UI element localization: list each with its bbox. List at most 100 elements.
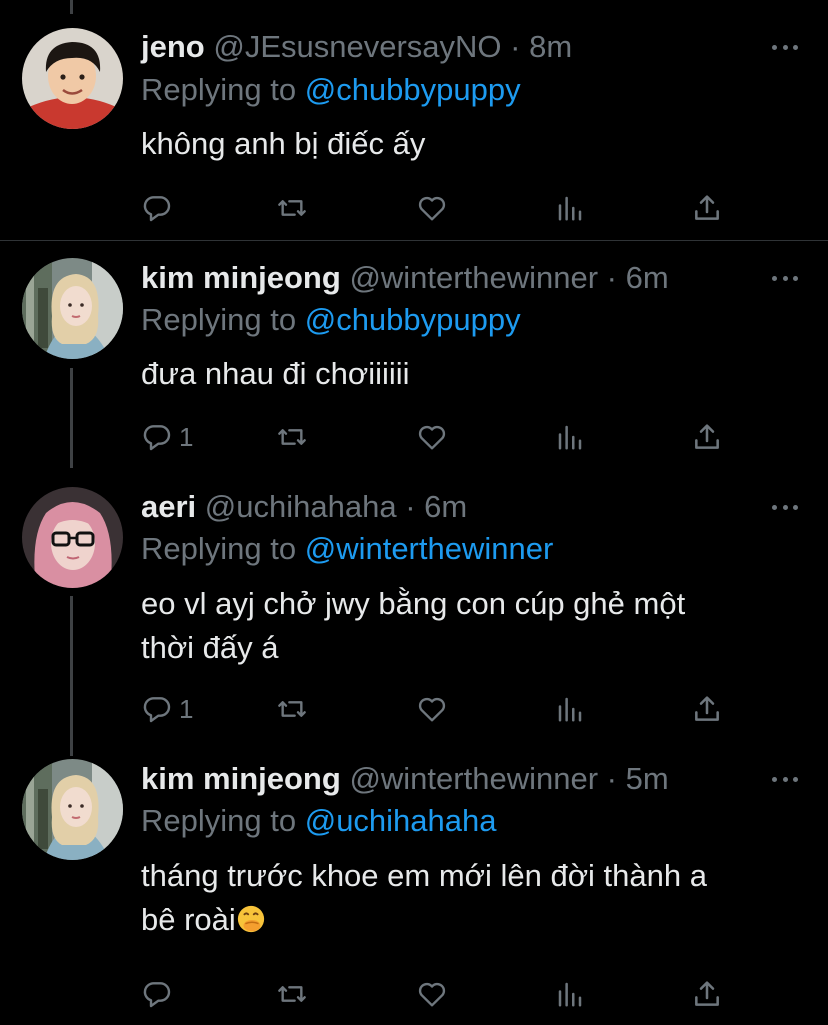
avatar[interactable] (22, 759, 123, 860)
tweet-header: kim minjeong @winterthewinner · 5m (141, 761, 758, 797)
timestamp[interactable]: 6m (626, 260, 669, 295)
analytics-icon (558, 425, 582, 450)
reply-button[interactable]: 1 (141, 419, 193, 455)
avatar[interactable] (22, 28, 123, 129)
like-button[interactable] (415, 976, 449, 1012)
action-bar (141, 190, 741, 226)
action-bar (141, 976, 741, 1012)
retweet-button[interactable] (275, 976, 309, 1012)
timestamp[interactable]: 5m (626, 761, 669, 796)
user-handle[interactable]: @winterthewinner (349, 260, 598, 295)
share-button[interactable] (691, 691, 723, 727)
like-button[interactable] (415, 190, 449, 226)
reply-thread: jeno @JEsusneversayNO · 8m Replying to @… (0, 0, 828, 1025)
tweet-text: đưa nhau đi chơiiiiii (141, 352, 788, 396)
more-options-icon[interactable] (772, 43, 798, 51)
reply-icon (143, 196, 171, 222)
replying-to: Replying to @chubbypuppy (141, 302, 521, 338)
tweet[interactable]: aeri @uchihahaha · 6m Replying to @winte… (0, 470, 828, 740)
avatar[interactable] (22, 487, 123, 588)
replying-prefix: Replying to (141, 302, 297, 337)
share-button[interactable] (691, 190, 723, 226)
tweet-text-line: tháng trước khoe em mới lên đời thành a (141, 858, 707, 893)
reply-button[interactable]: 1 (141, 691, 193, 727)
display-name[interactable]: jeno (141, 29, 205, 64)
tweet-header: kim minjeong @winterthewinner · 6m (141, 260, 758, 296)
heart-icon (418, 196, 446, 221)
retweet-button[interactable] (275, 419, 309, 455)
more-options-icon[interactable] (772, 503, 798, 511)
user-handle[interactable]: @winterthewinner (349, 761, 598, 796)
tweet[interactable]: jeno @JEsusneversayNO · 8m Replying to @… (0, 0, 828, 240)
heart-icon (418, 697, 446, 722)
display-name[interactable]: kim minjeong (141, 761, 341, 796)
action-bar: 1 (141, 691, 741, 727)
separator-dot: · (405, 489, 416, 524)
tweet-text-line: bê roài (141, 902, 236, 937)
tweet-header: jeno @JEsusneversayNO · 8m (141, 29, 758, 65)
replying-prefix: Replying to (141, 531, 297, 566)
separator-dot: · (606, 260, 617, 295)
replying-to: Replying to @uchihahaha (141, 803, 497, 839)
reply-icon (143, 425, 171, 451)
analytics-icon (558, 196, 582, 221)
replying-to: Replying to @winterthewinner (141, 531, 553, 567)
share-button[interactable] (691, 976, 723, 1012)
retweet-icon (278, 986, 306, 1002)
mention-link[interactable]: @winterthewinner (305, 531, 554, 566)
analytics-button[interactable] (555, 976, 585, 1012)
tweet[interactable]: kim minjeong @winterthewinner · 6m Reply… (0, 241, 828, 468)
share-icon (695, 195, 719, 220)
timestamp[interactable]: 8m (529, 29, 572, 64)
tweet-text: không anh bị điếc ấy (141, 122, 788, 166)
analytics-button[interactable] (555, 691, 585, 727)
mention-link[interactable]: @chubbypuppy (305, 72, 521, 107)
analytics-icon (558, 697, 582, 722)
reply-icon (143, 697, 171, 723)
replying-to: Replying to @chubbypuppy (141, 72, 521, 108)
reply-button[interactable] (141, 190, 179, 226)
share-icon (695, 981, 719, 1006)
tweet-text-line: đưa nhau đi chơiiiiii (141, 356, 410, 391)
replying-prefix: Replying to (141, 72, 297, 107)
tweet-text-line: không anh bị điếc ấy (141, 126, 426, 161)
more-options-icon[interactable] (772, 274, 798, 282)
retweet-button[interactable] (275, 691, 309, 727)
heart-icon (418, 982, 446, 1007)
like-button[interactable] (415, 419, 449, 455)
user-handle[interactable]: @JEsusneversayNO (213, 29, 501, 64)
face-with-hand-over-mouth-emoji (237, 905, 264, 933)
heart-icon (418, 425, 446, 450)
reply-count: 1 (179, 422, 194, 452)
share-button[interactable] (691, 419, 723, 455)
retweet-icon (278, 429, 306, 445)
replying-prefix: Replying to (141, 803, 297, 838)
analytics-button[interactable] (555, 190, 585, 226)
timestamp[interactable]: 6m (424, 489, 467, 524)
mention-link[interactable]: @uchihahaha (305, 803, 497, 838)
like-button[interactable] (415, 691, 449, 727)
display-name[interactable]: aeri (141, 489, 196, 524)
separator-dot: · (510, 29, 521, 64)
display-name[interactable]: kim minjeong (141, 260, 341, 295)
analytics-button[interactable] (555, 419, 585, 455)
tweet-text-line: eo vl ayj chở jwy bằng con cúp ghẻ một (141, 586, 686, 621)
action-bar: 1 (141, 419, 741, 455)
separator-dot: · (606, 761, 617, 796)
share-icon (695, 696, 719, 721)
user-handle[interactable]: @uchihahaha (205, 489, 397, 524)
mention-link[interactable]: @chubbypuppy (305, 302, 521, 337)
tweet-text: eo vl ayj chở jwy bằng con cúp ghẻ một t… (141, 582, 788, 670)
retweet-button[interactable] (275, 190, 309, 226)
tweet[interactable]: kim minjeong @winterthewinner · 5m Reply… (0, 742, 828, 1025)
retweet-icon (278, 701, 306, 717)
avatar[interactable] (22, 258, 123, 359)
more-options-icon[interactable] (772, 775, 798, 783)
reply-button[interactable] (141, 976, 179, 1012)
tweet-text-line: thời đấy á (141, 630, 279, 665)
reply-icon (143, 982, 171, 1008)
retweet-icon (278, 200, 306, 216)
tweet-text-line-with-emoji: bê roài (141, 898, 788, 942)
tweet-text: tháng trước khoe em mới lên đời thành a … (141, 854, 788, 942)
tweet-header: aeri @uchihahaha · 6m (141, 489, 758, 525)
